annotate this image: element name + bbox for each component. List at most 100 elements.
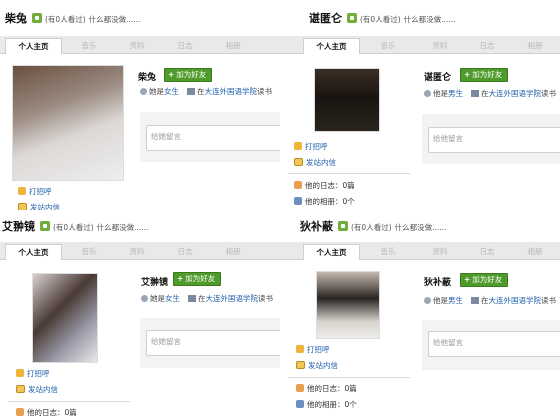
say-hi-icon: [296, 345, 304, 353]
school-link[interactable]: 大连外国语学院: [206, 294, 259, 303]
gender-prefix: 她是: [150, 294, 165, 303]
school-suffix: 读书: [258, 294, 273, 303]
profile-card-3: 艾翀镜 (有0人看过) 什么都没做...... 个人主页 音乐 资料 日志 相册 艾…: [0, 210, 280, 420]
tab-info[interactable]: 资料: [115, 245, 159, 259]
mail-icon: [294, 158, 303, 166]
plus-icon: +: [464, 70, 471, 79]
visitor-icon: [32, 13, 42, 23]
blog-count-label: 他的日志：0篇: [307, 384, 357, 393]
school-suffix: 读书: [541, 296, 556, 305]
send-mail-label: 发站内信: [28, 385, 58, 394]
tab-album[interactable]: 相册: [513, 39, 557, 53]
send-mail-link[interactable]: 发站内信: [18, 202, 60, 210]
say-hi-icon: [18, 187, 26, 195]
gender-link[interactable]: 男生: [448, 89, 463, 98]
add-friend-label: 加为好友: [176, 70, 207, 79]
say-hi-link[interactable]: 打招呼: [16, 368, 50, 379]
blog-count[interactable]: 他的日志：0篇: [16, 407, 77, 418]
school-link[interactable]: 大连外国语学院: [489, 296, 542, 305]
add-friend-button[interactable]: + 加为好友: [164, 68, 213, 82]
tab-blog[interactable]: 日志: [465, 39, 509, 53]
mail-icon: [16, 385, 25, 393]
user-name[interactable]: 艾翀镜: [141, 275, 168, 288]
profile-title-name: 艾翀镜: [2, 220, 35, 233]
user-name[interactable]: 谌匿仑: [424, 70, 451, 83]
blog-count[interactable]: 他的日志：0篇: [294, 180, 355, 191]
user-info: 她是女生 在大连外国语学院读书: [140, 86, 272, 97]
school-prefix: 在: [481, 296, 489, 305]
gender-link[interactable]: 女生: [165, 294, 180, 303]
blog-count[interactable]: 他的日志：0篇: [296, 383, 357, 394]
school-prefix: 在: [198, 294, 206, 303]
tab-info[interactable]: 资料: [418, 39, 462, 53]
tab-music[interactable]: 音乐: [366, 39, 410, 53]
blog-icon: [296, 384, 304, 392]
album-count[interactable]: 他的相册：0个: [294, 196, 355, 207]
tab-album[interactable]: 相册: [513, 245, 557, 259]
say-hi-icon: [16, 369, 24, 377]
user-name[interactable]: 狄补蔽: [424, 275, 451, 288]
tab-album[interactable]: 相册: [211, 245, 255, 259]
visitor-icon: [338, 221, 348, 231]
add-friend-button[interactable]: + 加为好友: [173, 272, 222, 286]
profile-tabs: 个人主页 音乐 资料 日志 相册: [280, 36, 560, 54]
say-hi-icon: [294, 142, 302, 150]
profile-header: 艾翀镜 (有0人看过) 什么都没做......: [2, 218, 148, 234]
say-hi-link[interactable]: 打招呼: [18, 186, 52, 197]
message-input[interactable]: 给她留言: [146, 330, 280, 356]
profile-photo[interactable]: [32, 273, 98, 363]
blog-count-label: 他的日志：0篇: [305, 181, 355, 190]
plus-icon: +: [464, 275, 471, 284]
school-link[interactable]: 大连外国语学院: [489, 89, 542, 98]
profile-photo[interactable]: [12, 65, 124, 181]
mail-icon: [18, 203, 27, 210]
school-suffix: 读书: [541, 89, 556, 98]
tab-music[interactable]: 音乐: [366, 245, 410, 259]
tab-blog[interactable]: 日志: [163, 39, 207, 53]
send-mail-link[interactable]: 发站内信: [296, 360, 338, 371]
visitor-icon: [40, 221, 50, 231]
tab-info[interactable]: 资料: [115, 39, 159, 53]
message-input[interactable]: 给她留言: [146, 125, 280, 151]
message-input[interactable]: 给他留言: [428, 331, 560, 357]
tab-home[interactable]: 个人主页: [303, 38, 360, 54]
blog-count-label: 他的日志：0篇: [27, 408, 77, 417]
tab-album[interactable]: 相册: [211, 39, 255, 53]
user-name[interactable]: 柴兔: [138, 70, 156, 83]
school-suffix: 读书: [257, 87, 272, 96]
user-info: 她是女生 在大连外国语学院读书: [141, 293, 273, 304]
say-hi-link[interactable]: 打招呼: [294, 141, 328, 152]
tab-info[interactable]: 资料: [418, 245, 462, 259]
status-text: 什么都没做......: [88, 15, 141, 24]
school-icon: [471, 297, 479, 304]
school-icon: [471, 90, 479, 97]
add-friend-button[interactable]: + 加为好友: [460, 68, 509, 82]
status-text: 什么都没做......: [394, 223, 447, 232]
profile-photo[interactable]: [316, 271, 380, 339]
tab-home[interactable]: 个人主页: [303, 244, 360, 260]
status-text: 什么都没做......: [403, 15, 456, 24]
profile-photo[interactable]: [314, 68, 380, 132]
gender-link[interactable]: 男生: [448, 296, 463, 305]
send-mail-link[interactable]: 发站内信: [16, 384, 58, 395]
school-link[interactable]: 大连外国语学院: [205, 87, 258, 96]
gender-prefix: 他是: [433, 296, 448, 305]
tab-blog[interactable]: 日志: [465, 245, 509, 259]
tab-blog[interactable]: 日志: [163, 245, 207, 259]
status-text: 什么都没做......: [96, 223, 149, 232]
tab-music[interactable]: 音乐: [67, 39, 111, 53]
add-friend-label: 加为好友: [185, 274, 216, 283]
album-count-label: 他的相册：0个: [305, 197, 355, 206]
gender-prefix: 他是: [433, 89, 448, 98]
add-friend-button[interactable]: + 加为好友: [460, 273, 509, 287]
add-friend-label: 加为好友: [472, 275, 503, 284]
tab-music[interactable]: 音乐: [67, 245, 111, 259]
send-mail-link[interactable]: 发站内信: [294, 157, 336, 168]
say-hi-link[interactable]: 打招呼: [296, 344, 330, 355]
gender-link[interactable]: 女生: [164, 87, 179, 96]
message-input[interactable]: 给他留言: [428, 127, 560, 153]
divider: [288, 377, 410, 378]
tab-home[interactable]: 个人主页: [5, 38, 62, 54]
album-count[interactable]: 他的相册：0个: [296, 399, 357, 410]
tab-home[interactable]: 个人主页: [5, 244, 62, 260]
